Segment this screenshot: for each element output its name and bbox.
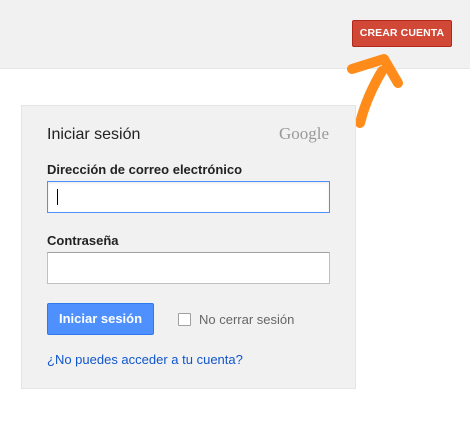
google-logo: Google xyxy=(278,124,329,143)
password-label: Contraseña xyxy=(47,233,119,248)
cant-access-account-link[interactable]: ¿No puedes acceder a tu cuenta? xyxy=(47,352,243,367)
email-field[interactable] xyxy=(47,181,330,213)
stay-signed-in-checkbox[interactable] xyxy=(178,313,191,326)
password-field[interactable] xyxy=(47,252,330,284)
login-card: Iniciar sesión Google Dirección de corre… xyxy=(21,105,356,389)
create-account-button[interactable]: CREAR CUENTA xyxy=(352,20,452,47)
signin-button[interactable]: Iniciar sesión xyxy=(47,303,154,335)
text-caret xyxy=(57,189,58,205)
card-title: Iniciar sesión xyxy=(47,126,141,143)
email-label: Dirección de correo electrónico xyxy=(47,162,243,177)
stay-signed-in-label[interactable]: No cerrar sesión xyxy=(199,312,294,327)
page: CREAR CUENTA Iniciar sesión Google Direc… xyxy=(0,0,470,442)
